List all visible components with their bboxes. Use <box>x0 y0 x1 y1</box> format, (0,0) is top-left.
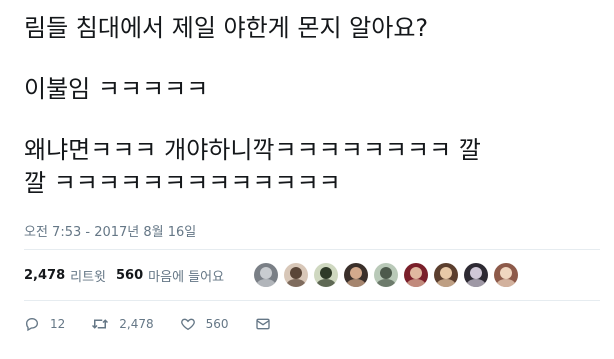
tweet-stats: 2,478 리트윗 560 마음에 들어요 <box>24 260 234 290</box>
avatar[interactable] <box>494 263 518 287</box>
avatar[interactable] <box>374 263 398 287</box>
retweet-label: 리트윗 <box>70 269 107 285</box>
divider <box>24 249 600 250</box>
tweet-text: 림들 침대에서 제일 야한게 몬지 알아요? 이불임 ㅋㅋㅋㅋㅋ 왜냐면ㅋㅋㅋ … <box>24 12 600 200</box>
avatar[interactable] <box>314 263 338 287</box>
tweet-timestamp[interactable]: 오전 7:53 - 2017년 8월 16일 <box>24 221 196 240</box>
tweet-line: 이불임 ㅋㅋㅋㅋㅋ <box>24 75 209 103</box>
tweet-line: 왜냐면ㅋㅋㅋ 개야하니깍ㅋㅋㅋㅋㅋㅋㅋㅋ 깔 <box>24 136 481 164</box>
heart-icon <box>180 318 195 331</box>
reply-icon <box>25 317 39 332</box>
retweet-stat[interactable]: 2,478 리트윗 <box>24 266 106 285</box>
envelope-icon <box>255 318 270 330</box>
tweet-line: 림들 침대에서 제일 야한게 몬지 알아요? <box>24 14 429 42</box>
avatar[interactable] <box>464 263 488 287</box>
retweet-button[interactable]: 2,478 <box>91 316 154 332</box>
like-count: 560 <box>205 317 229 331</box>
reply-button[interactable]: 12 <box>24 316 65 332</box>
avatar[interactable] <box>254 263 278 287</box>
likes-count: 560 <box>116 267 144 283</box>
liker-avatars <box>254 263 518 287</box>
like-button[interactable]: 560 <box>180 316 229 332</box>
tweet-line: 깔 ㅋㅋㅋㅋㅋㅋㅋㅋㅋㅋㅋㅋㅋ <box>24 169 341 197</box>
avatar[interactable] <box>434 263 458 287</box>
retweet-count: 2,478 <box>24 267 66 283</box>
tweet-actions: 12 2,478 560 <box>24 313 307 335</box>
avatar[interactable] <box>404 263 428 287</box>
retweet-count: 2,478 <box>119 317 154 331</box>
likes-stat[interactable]: 560 마음에 들어요 <box>116 266 224 285</box>
retweet-icon <box>92 319 109 329</box>
divider <box>24 300 600 301</box>
likes-label: 마음에 들어요 <box>148 269 225 285</box>
avatar[interactable] <box>284 263 308 287</box>
reply-count: 12 <box>50 317 66 331</box>
avatar[interactable] <box>344 263 368 287</box>
direct-message-button[interactable] <box>255 316 281 332</box>
